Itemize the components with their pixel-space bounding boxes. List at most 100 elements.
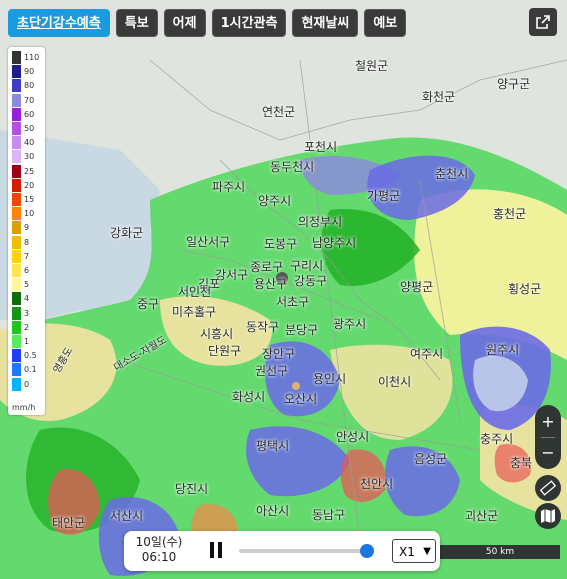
legend-row: 70 (12, 93, 35, 107)
place-label: 춘천시 (435, 167, 469, 181)
legend-swatch (12, 349, 21, 363)
tab-nowcast[interactable]: 초단기강수예측 (8, 9, 110, 37)
place-label: 의정부시 (298, 215, 343, 229)
legend-swatch (12, 93, 21, 107)
place-label: 여주시 (410, 347, 444, 361)
legend-row: 60 (12, 107, 35, 121)
place-label: 태안군 (52, 516, 86, 530)
place-label: 음성군 (414, 452, 448, 466)
legend-row: 6 (12, 264, 29, 277)
place-label: 용산구 (254, 277, 288, 291)
place-label: 충북 (510, 456, 533, 470)
external-link-button[interactable] (529, 8, 557, 36)
legend-swatch (12, 51, 21, 64)
place-label: 아산시 (256, 504, 290, 518)
legend-label: 90 (24, 67, 35, 77)
place-label: 오산시 (284, 392, 318, 406)
place-label: 연천군 (262, 105, 296, 119)
legend-row: 3 (12, 306, 30, 320)
place-label: 남양주시 (312, 236, 357, 250)
place-label: 홍천군 (493, 207, 527, 221)
legend-unit: mm/h (12, 403, 36, 412)
ruler-button[interactable] (535, 475, 561, 501)
timeline-slider[interactable] (239, 544, 374, 558)
legend-label: 60 (24, 109, 35, 119)
legend-row: 80 (12, 79, 35, 93)
place-label: 동남구 (312, 508, 346, 522)
legend-swatch (12, 377, 21, 391)
legend-row: 10 (12, 207, 35, 221)
legend-row: 8 (12, 235, 30, 249)
pause-icon[interactable] (210, 542, 222, 558)
zoom-out-button[interactable]: − (535, 438, 561, 468)
zoom-control: + − (535, 405, 561, 469)
place-label: 서인천 (178, 285, 212, 299)
legend-label: 6 (24, 266, 30, 275)
legend-label: 25 (24, 166, 35, 176)
legend-swatch (12, 178, 21, 192)
place-label: 시흥시 (200, 327, 234, 341)
place-label: 서산시 (110, 509, 144, 523)
place-label: 장안구 (262, 347, 296, 361)
place-label: 용인시 (313, 372, 347, 386)
legend-row: 7 (12, 249, 29, 263)
timeline-progress (239, 549, 367, 553)
place-label: 철원군 (355, 59, 389, 73)
playback-time: 06:10 (141, 550, 177, 564)
tab-current-weather[interactable]: 현재날씨 (292, 9, 359, 37)
legend-swatch (12, 136, 21, 150)
legend-swatch (12, 79, 21, 93)
ruler-icon (540, 480, 556, 496)
place-label: 평택시 (256, 439, 290, 453)
legend-label: 40 (24, 138, 35, 148)
timeline-thumb[interactable] (360, 544, 374, 558)
place-label: 단원구 (208, 344, 242, 358)
speed-select[interactable]: X1 ▼ (392, 539, 436, 563)
map-icon (541, 509, 555, 523)
place-label: 가평군 (367, 189, 401, 203)
legend-label: 110 (24, 53, 40, 62)
legend-swatch (12, 278, 21, 292)
tab-warning[interactable]: 특보 (115, 9, 158, 37)
legend-row: 30 (12, 150, 35, 164)
legend-label: 30 (24, 152, 35, 162)
legend-swatch (12, 164, 21, 178)
legend-row: 15 (12, 193, 34, 206)
legend-row: 5 (12, 278, 30, 292)
legend-row: 0.1 (12, 363, 37, 377)
legend-row: 20 (12, 178, 34, 192)
legend-label: 50 (24, 124, 35, 133)
legend-label: 3 (24, 308, 30, 318)
tab-forecast[interactable]: 예보 (364, 9, 407, 37)
place-label: 양구군 (497, 77, 531, 91)
legend-swatch (12, 320, 21, 334)
legend-label: 0.1 (24, 365, 37, 375)
playback-date: 10일(수) (135, 535, 183, 549)
tab-yesterday[interactable]: 어제 (163, 9, 206, 37)
place-label: 화천군 (422, 90, 456, 104)
legend-row: 4 (12, 292, 30, 306)
zoom-in-button[interactable]: + (535, 407, 561, 437)
map-layers-button[interactable] (535, 503, 561, 529)
playback-datetime: 10일(수) 06:10 (132, 535, 186, 565)
legend-label: 4 (24, 294, 30, 304)
legend-label: 5 (24, 280, 30, 290)
legend-label: 80 (24, 81, 35, 91)
precipitation-legend: mm/h 110 90 80 70 60 50 40 30 25 20 15 10 9 8 7 6 5 4 3 2 1 0… (8, 47, 45, 415)
legend-label: 15 (24, 195, 35, 204)
place-label: 안성시 (336, 430, 370, 444)
legend-label: 10 (24, 209, 35, 219)
legend-swatch (12, 235, 21, 249)
legend-row: 0.5 (12, 349, 37, 363)
legend-label: 1 (24, 337, 30, 346)
place-label: 양평군 (400, 280, 434, 294)
legend-label: 70 (24, 95, 35, 105)
place-label: 횡성군 (508, 282, 542, 296)
place-label: 분당구 (285, 323, 319, 337)
legend-label: 8 (24, 237, 30, 247)
tab-hourly-observation[interactable]: 1시간관측 (211, 9, 287, 37)
legend-swatch (12, 207, 21, 221)
place-label: 권선구 (255, 364, 289, 378)
legend-swatch (12, 122, 21, 135)
speed-value: X1 (399, 545, 415, 559)
